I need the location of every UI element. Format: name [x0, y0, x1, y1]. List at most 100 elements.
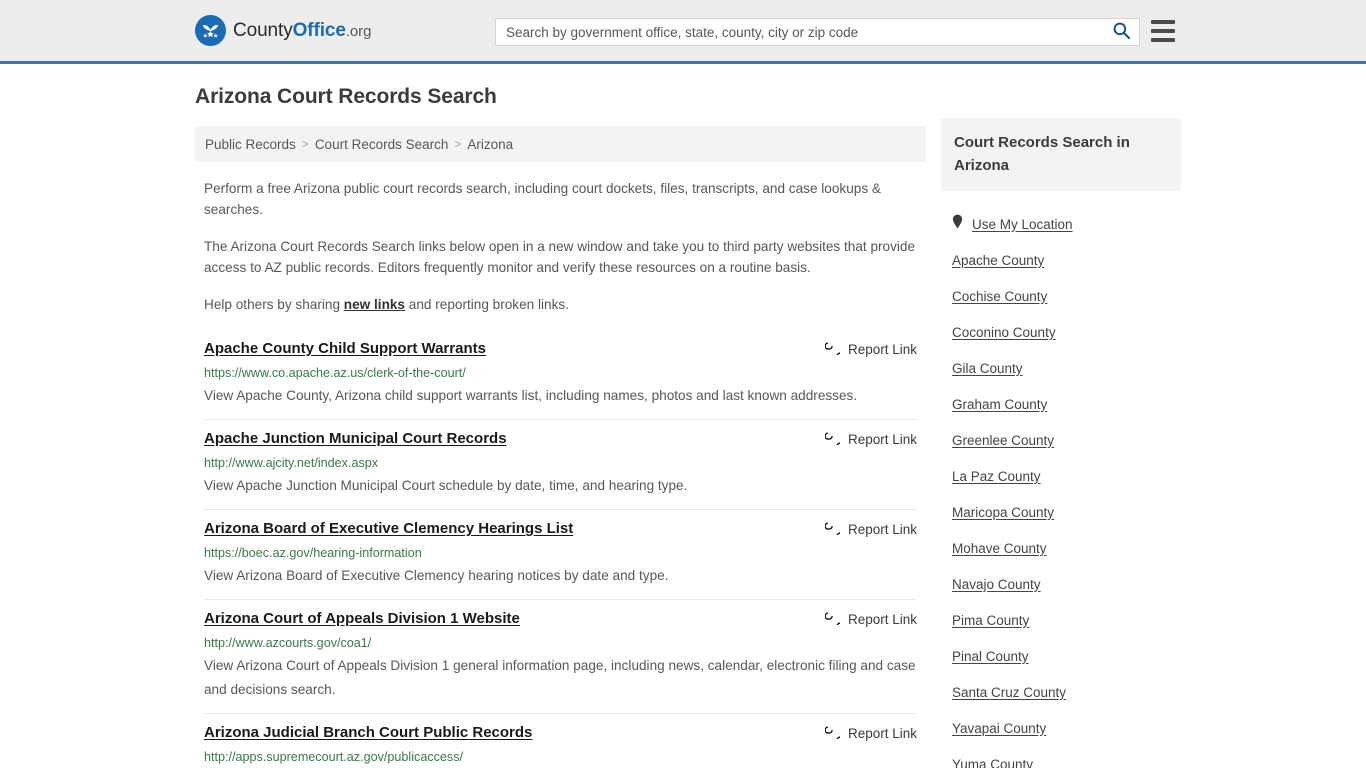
county-link[interactable]: Coconino County	[952, 325, 1056, 340]
sidebar-item-pinal-county[interactable]: Pinal County	[941, 638, 1181, 674]
use-my-location-link[interactable]: Use My Location	[972, 217, 1073, 232]
sidebar-item-mohave-county[interactable]: Mohave County	[941, 530, 1181, 566]
result-url-link[interactable]: http://apps.supremecourt.az.gov/publicac…	[204, 749, 917, 765]
result-url-link[interactable]: https://www.co.apache.az.us/clerk-of-the…	[204, 365, 917, 381]
sidebar-item-maricopa-county[interactable]: Maricopa County	[941, 494, 1181, 530]
main-column: Arizona Court Records Search Public Reco…	[195, 85, 926, 768]
result-description: View Apache County, Arizona child suppor…	[204, 388, 858, 403]
sidebar-item-la-paz-county[interactable]: La Paz County	[941, 458, 1181, 494]
result-title-link[interactable]: Arizona Judicial Branch Court Public Rec…	[204, 723, 532, 743]
report-link-button[interactable]: Report Link	[824, 519, 917, 540]
result-description: View Apache Junction Municipal Court sch…	[204, 478, 688, 493]
new-links-link[interactable]: new links	[344, 297, 405, 312]
county-link[interactable]: Gila County	[952, 361, 1023, 376]
result-header: Apache Junction Municipal Court Records …	[204, 429, 917, 450]
result-item: Apache Junction Municipal Court Records …	[204, 420, 917, 510]
result-item: Apache County Child Support Warrants Rep…	[204, 331, 917, 420]
intro-paragraph-2: The Arizona Court Records Search links b…	[204, 239, 916, 275]
result-title-link[interactable]: Apache Junction Municipal Court Records	[204, 429, 507, 449]
search-submit-button[interactable]	[1103, 19, 1139, 45]
result-header: Apache County Child Support Warrants Rep…	[204, 339, 917, 360]
sidebar-item-navajo-county[interactable]: Navajo County	[941, 566, 1181, 602]
sidebar-county-list: Use My Location Apache County Cochise Co…	[941, 206, 1181, 768]
county-link[interactable]: Greenlee County	[952, 433, 1054, 448]
sidebar-title: Court Records Search in Arizona	[954, 134, 1130, 174]
result-item: Arizona Judicial Branch Court Public Rec…	[204, 714, 917, 768]
result-description: View Arizona Board of Executive Clemency…	[204, 568, 669, 583]
county-link[interactable]: Maricopa County	[952, 505, 1054, 520]
report-link-label: Report Link	[847, 725, 917, 741]
hamburger-bar-1	[1151, 20, 1175, 24]
intro-section: Perform a free Arizona public court reco…	[195, 162, 926, 315]
result-url-link[interactable]: http://www.azcourts.gov/coa1/	[204, 635, 917, 651]
intro-text-before-link: Help others by sharing	[204, 297, 344, 312]
page-title: Arizona Court Records Search	[195, 85, 497, 108]
broken-link-icon	[824, 724, 845, 744]
sidebar-item-gila-county[interactable]: Gila County	[941, 350, 1181, 386]
county-link[interactable]: Apache County	[952, 253, 1044, 268]
hamburger-bar-3	[1151, 38, 1175, 42]
sidebar-item-coconino-county[interactable]: Coconino County	[941, 314, 1181, 350]
hamburger-menu-button[interactable]	[1151, 20, 1175, 42]
county-link[interactable]: Yavapai County	[952, 721, 1046, 736]
breadcrumb: Public Records > Court Records Search > …	[195, 126, 926, 162]
county-link[interactable]: Pima County	[952, 613, 1029, 628]
sidebar-item-cochise-county[interactable]: Cochise County	[941, 278, 1181, 314]
sidebar-item-greenlee-county[interactable]: Greenlee County	[941, 422, 1181, 458]
county-link[interactable]: Graham County	[952, 397, 1047, 412]
report-link-label: Report Link	[847, 611, 917, 627]
county-link[interactable]: Santa Cruz County	[952, 685, 1066, 700]
breadcrumb-item-court-records-search[interactable]: Court Records Search	[315, 137, 449, 152]
county-link[interactable]: Mohave County	[952, 541, 1047, 556]
search-input[interactable]	[496, 19, 1103, 45]
broken-link-icon	[824, 340, 845, 360]
brand-part-org: .org	[345, 22, 372, 40]
intro-paragraph-3: Help others by sharing new links and rep…	[204, 294, 917, 315]
result-url-link[interactable]: http://www.ajcity.net/index.aspx	[204, 455, 917, 471]
result-title-link[interactable]: Arizona Board of Executive Clemency Hear…	[204, 519, 573, 539]
site-logo-text: CountyOffice.org	[233, 20, 371, 42]
result-description: View Arizona Court of Appeals Division 1…	[204, 658, 916, 697]
sidebar-item-use-my-location[interactable]: Use My Location	[941, 206, 1181, 242]
result-url-link[interactable]: https://boec.az.gov/hearing-information	[204, 545, 917, 561]
result-title-link[interactable]: Arizona Court of Appeals Division 1 Webs…	[204, 609, 520, 629]
result-header: Arizona Court of Appeals Division 1 Webs…	[204, 609, 917, 630]
report-link-label: Report Link	[847, 341, 917, 357]
countyoffice-eagle-logo-icon	[195, 15, 226, 46]
site-logo-link[interactable]: CountyOffice.org	[195, 15, 371, 46]
result-header: Arizona Judicial Branch Court Public Rec…	[204, 723, 917, 744]
result-item: Arizona Board of Executive Clemency Hear…	[204, 510, 917, 600]
report-link-button[interactable]: Report Link	[824, 609, 917, 630]
breadcrumb-item-arizona[interactable]: Arizona	[467, 137, 513, 152]
county-link[interactable]: Navajo County	[952, 577, 1041, 592]
broken-link-icon	[824, 610, 845, 630]
sidebar-header-box: Court Records Search in Arizona	[941, 118, 1181, 191]
page-body: Arizona Court Records Search Public Reco…	[0, 64, 1366, 768]
breadcrumb-item-public-records[interactable]: Public Records	[205, 137, 296, 152]
intro-paragraph-1: Perform a free Arizona public court reco…	[204, 181, 881, 217]
breadcrumb-separator-icon: >	[454, 137, 462, 151]
breadcrumb-separator-icon: >	[301, 137, 309, 151]
sidebar-item-apache-county[interactable]: Apache County	[941, 242, 1181, 278]
sidebar-item-yuma-county[interactable]: Yuma County	[941, 746, 1181, 768]
search-icon	[1112, 21, 1131, 43]
county-link[interactable]: La Paz County	[952, 469, 1041, 484]
sidebar-item-yavapai-county[interactable]: Yavapai County	[941, 710, 1181, 746]
report-link-button[interactable]: Report Link	[824, 723, 917, 744]
sidebar-item-santa-cruz-county[interactable]: Santa Cruz County	[941, 674, 1181, 710]
brand-part-county: County	[233, 19, 293, 41]
search-bar[interactable]	[495, 18, 1140, 46]
county-link[interactable]: Yuma County	[952, 757, 1033, 768]
county-link[interactable]: Pinal County	[952, 649, 1029, 664]
county-link[interactable]: Cochise County	[952, 289, 1047, 304]
brand-part-office: Office	[292, 19, 346, 41]
sidebar-item-graham-county[interactable]: Graham County	[941, 386, 1181, 422]
hamburger-bar-2	[1151, 29, 1175, 33]
sidebar-item-pima-county[interactable]: Pima County	[941, 602, 1181, 638]
report-link-button[interactable]: Report Link	[824, 339, 917, 360]
site-header: CountyOffice.org	[0, 0, 1366, 64]
result-title-link[interactable]: Apache County Child Support Warrants	[204, 339, 486, 359]
results-list: Apache County Child Support Warrants Rep…	[195, 331, 926, 768]
report-link-button[interactable]: Report Link	[824, 429, 917, 450]
sidebar: Court Records Search in Arizona Use My L…	[941, 85, 1181, 768]
